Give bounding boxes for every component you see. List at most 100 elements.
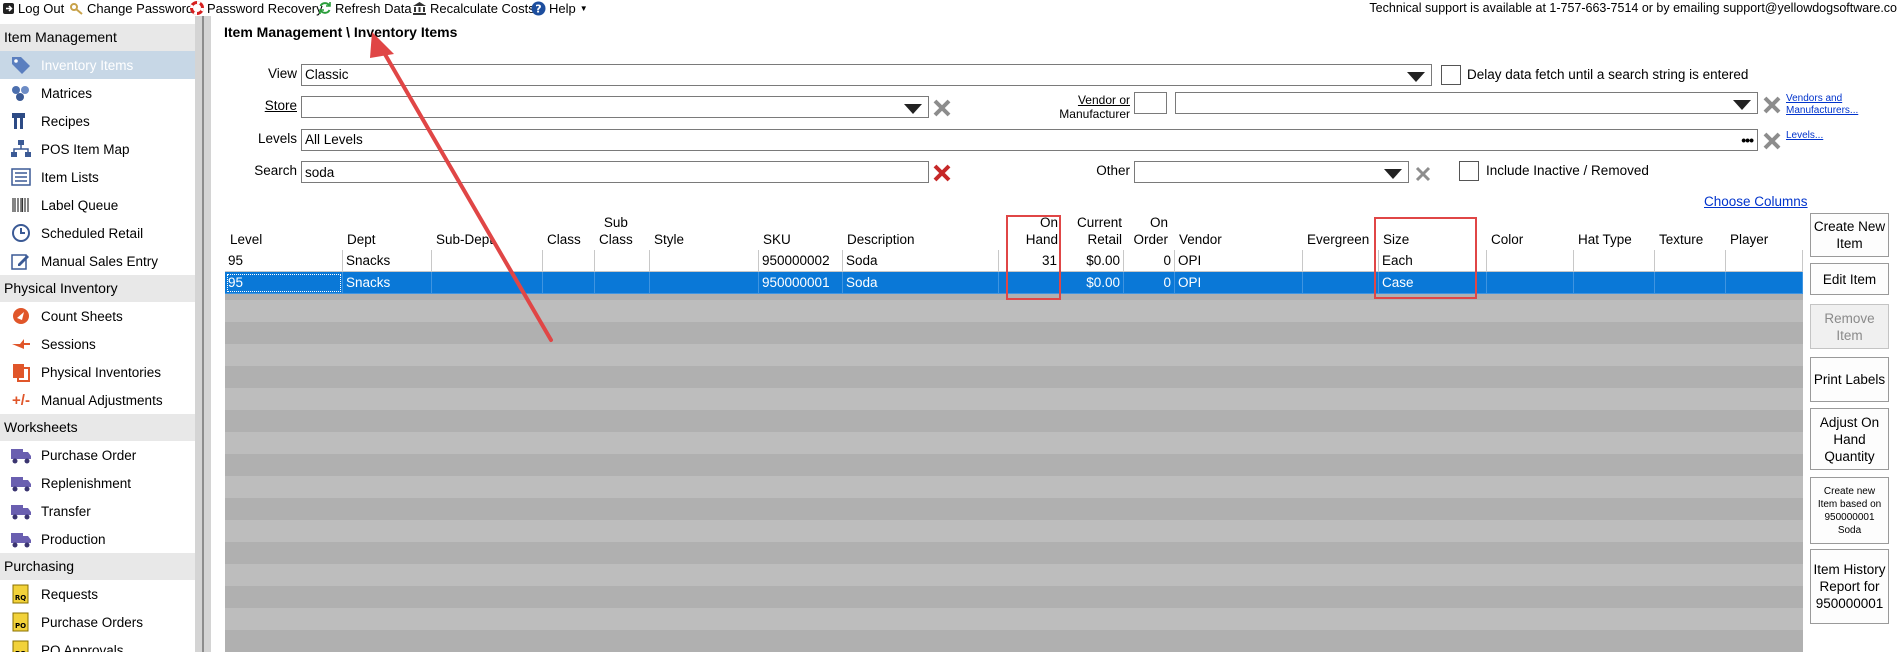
clear-other-icon[interactable] [1412,163,1434,185]
clear-store-icon[interactable] [931,97,953,119]
change-password-button[interactable]: Change Password [70,0,193,16]
sidebar-item-inventory-items[interactable]: Inventory Items [0,51,195,79]
cell-sub-dept[interactable] [432,250,543,272]
refresh-data-button[interactable]: Refresh Data [318,0,412,16]
column-header-player[interactable]: Player [1730,231,1768,248]
remove-item-button[interactable]: Remove Item [1810,304,1889,349]
cell-texture[interactable] [1655,250,1726,272]
vendor-dropdown[interactable] [1175,92,1758,114]
cell-style[interactable] [650,250,759,272]
section-header-worksheets[interactable]: Worksheets [0,414,195,441]
clear-vendor-icon[interactable] [1761,94,1783,116]
other-dropdown[interactable] [1134,161,1409,183]
view-dropdown[interactable]: Classic [301,64,1432,86]
cell-style[interactable] [650,272,759,294]
cell-dept[interactable]: Snacks [343,250,432,272]
print-labels-button[interactable]: Print Labels [1810,357,1889,402]
logout-button[interactable]: Log Out [2,0,64,16]
store-dropdown[interactable] [301,96,929,118]
column-header-class[interactable]: Class [547,231,581,248]
sidebar-item-replenishment[interactable]: Replenishment [0,469,195,497]
cell-level[interactable]: 95 [225,272,343,294]
sidebar-item-transfer[interactable]: Transfer [0,497,195,525]
vendors-manufacturers-link[interactable]: Vendors and Manufacturers... [1786,93,1858,117]
column-header-current-retail[interactable]: Current Retail [1063,214,1122,248]
cell-current-retail[interactable]: $0.00 [1061,250,1124,272]
delay-fetch-checkbox[interactable] [1441,65,1461,85]
column-header-hat-type[interactable]: Hat Type [1578,231,1632,248]
create-new-item-button[interactable]: Create New Item [1810,213,1889,257]
cell-hat-type[interactable] [1574,272,1655,294]
adjust-on-hand-button[interactable]: Adjust On Hand Quantity [1810,408,1889,470]
cell-dept[interactable]: Snacks [343,272,432,294]
sidebar-item-physical-inventories[interactable]: Physical Inventories [0,358,195,386]
cell-texture[interactable] [1655,272,1726,294]
cell-evergreen[interactable] [1303,250,1379,272]
column-header-on-order[interactable]: On Order [1125,214,1168,248]
cell-player[interactable] [1726,272,1803,294]
cell-description[interactable]: Soda [843,250,999,272]
edit-item-button[interactable]: Edit Item [1810,263,1889,295]
sidebar-item-pos-item-map[interactable]: POS Item Map [0,135,195,163]
cell-sub-class[interactable] [595,250,650,272]
sidebar-item-po-approvals[interactable]: PO PO Approvals [0,636,195,652]
sidebar-item-item-lists[interactable]: Item Lists [0,163,195,191]
cell-on-order[interactable]: 0 [1124,272,1175,294]
sidebar-item-manual-adjustments[interactable]: +/- Manual Adjustments [0,386,195,414]
cell-sku[interactable]: 950000001 [759,272,843,294]
column-header-dept[interactable]: Dept [347,231,376,248]
password-recovery-button[interactable]: Password Recovery [190,0,323,16]
cell-description[interactable]: Soda [843,272,999,294]
cell-sub-dept[interactable] [432,272,543,294]
column-header-sub-dept[interactable]: Sub-Dept [436,231,493,248]
cell-sub-class[interactable] [595,272,650,294]
section-header-item-management[interactable]: Item Management [0,24,195,51]
cell-color[interactable] [1487,250,1574,272]
recalculate-costs-button[interactable]: Recalculate Costs [412,0,535,16]
cell-color[interactable] [1487,272,1574,294]
column-header-description[interactable]: Description [847,231,915,248]
include-inactive-checkbox[interactable] [1459,161,1479,181]
sidebar-item-scheduled-retail[interactable]: Scheduled Retail [0,219,195,247]
sidebar-item-requests[interactable]: RQ Requests [0,580,195,608]
sidebar-item-sessions[interactable]: Sessions [0,330,195,358]
levels-field[interactable]: All Levels ••• [301,129,1758,151]
sidebar-item-purchase-orders[interactable]: PO Purchase Orders [0,608,195,636]
cell-evergreen[interactable] [1303,272,1379,294]
column-header-color[interactable]: Color [1491,231,1523,248]
cell-class[interactable] [543,272,595,294]
cell-sku[interactable]: 950000002 [759,250,843,272]
cell-vendor[interactable]: OPI [1175,250,1303,272]
column-header-level[interactable]: Level [230,231,262,248]
clear-search-icon[interactable] [931,162,953,184]
help-menu[interactable]: ? Help ▼ [531,0,588,16]
search-input[interactable] [301,161,929,183]
cell-vendor[interactable]: OPI [1175,272,1303,294]
sidebar-item-count-sheets[interactable]: Count Sheets [0,302,195,330]
choose-columns-link[interactable]: Choose Columns [1704,194,1808,209]
column-header-texture[interactable]: Texture [1659,231,1703,248]
column-header-style[interactable]: Style [654,231,684,248]
sidebar-item-label-queue[interactable]: Label Queue [0,191,195,219]
column-header-evergreen[interactable]: Evergreen [1307,231,1369,248]
cell-current-retail[interactable]: $0.00 [1061,272,1124,294]
cell-player[interactable] [1726,250,1803,272]
levels-link[interactable]: Levels... [1786,130,1823,141]
column-header-vendor[interactable]: Vendor [1179,231,1222,248]
sidebar-item-manual-sales-entry[interactable]: Manual Sales Entry [0,247,195,275]
cell-class[interactable] [543,250,595,272]
item-history-report-button[interactable]: Item History Report for 950000001 [1810,549,1889,624]
cell-level[interactable]: 95 [225,250,343,272]
sidebar-item-matrices[interactable]: Matrices [0,79,195,107]
sidebar-item-purchase-order[interactable]: Purchase Order [0,441,195,469]
column-header-sku[interactable]: SKU [763,231,791,248]
clear-levels-icon[interactable] [1761,130,1783,152]
section-header-physical-inventory[interactable]: Physical Inventory [0,275,195,302]
sidebar-item-production[interactable]: Production [0,525,195,553]
section-header-purchasing[interactable]: Purchasing [0,553,195,580]
sidebar-item-recipes[interactable]: Recipes [0,107,195,135]
vendor-code-input[interactable] [1134,92,1167,114]
cell-hat-type[interactable] [1574,250,1655,272]
sidebar-splitter[interactable] [195,16,211,652]
create-based-on-button[interactable]: Create new Item based on 950000001 Soda [1810,477,1889,544]
